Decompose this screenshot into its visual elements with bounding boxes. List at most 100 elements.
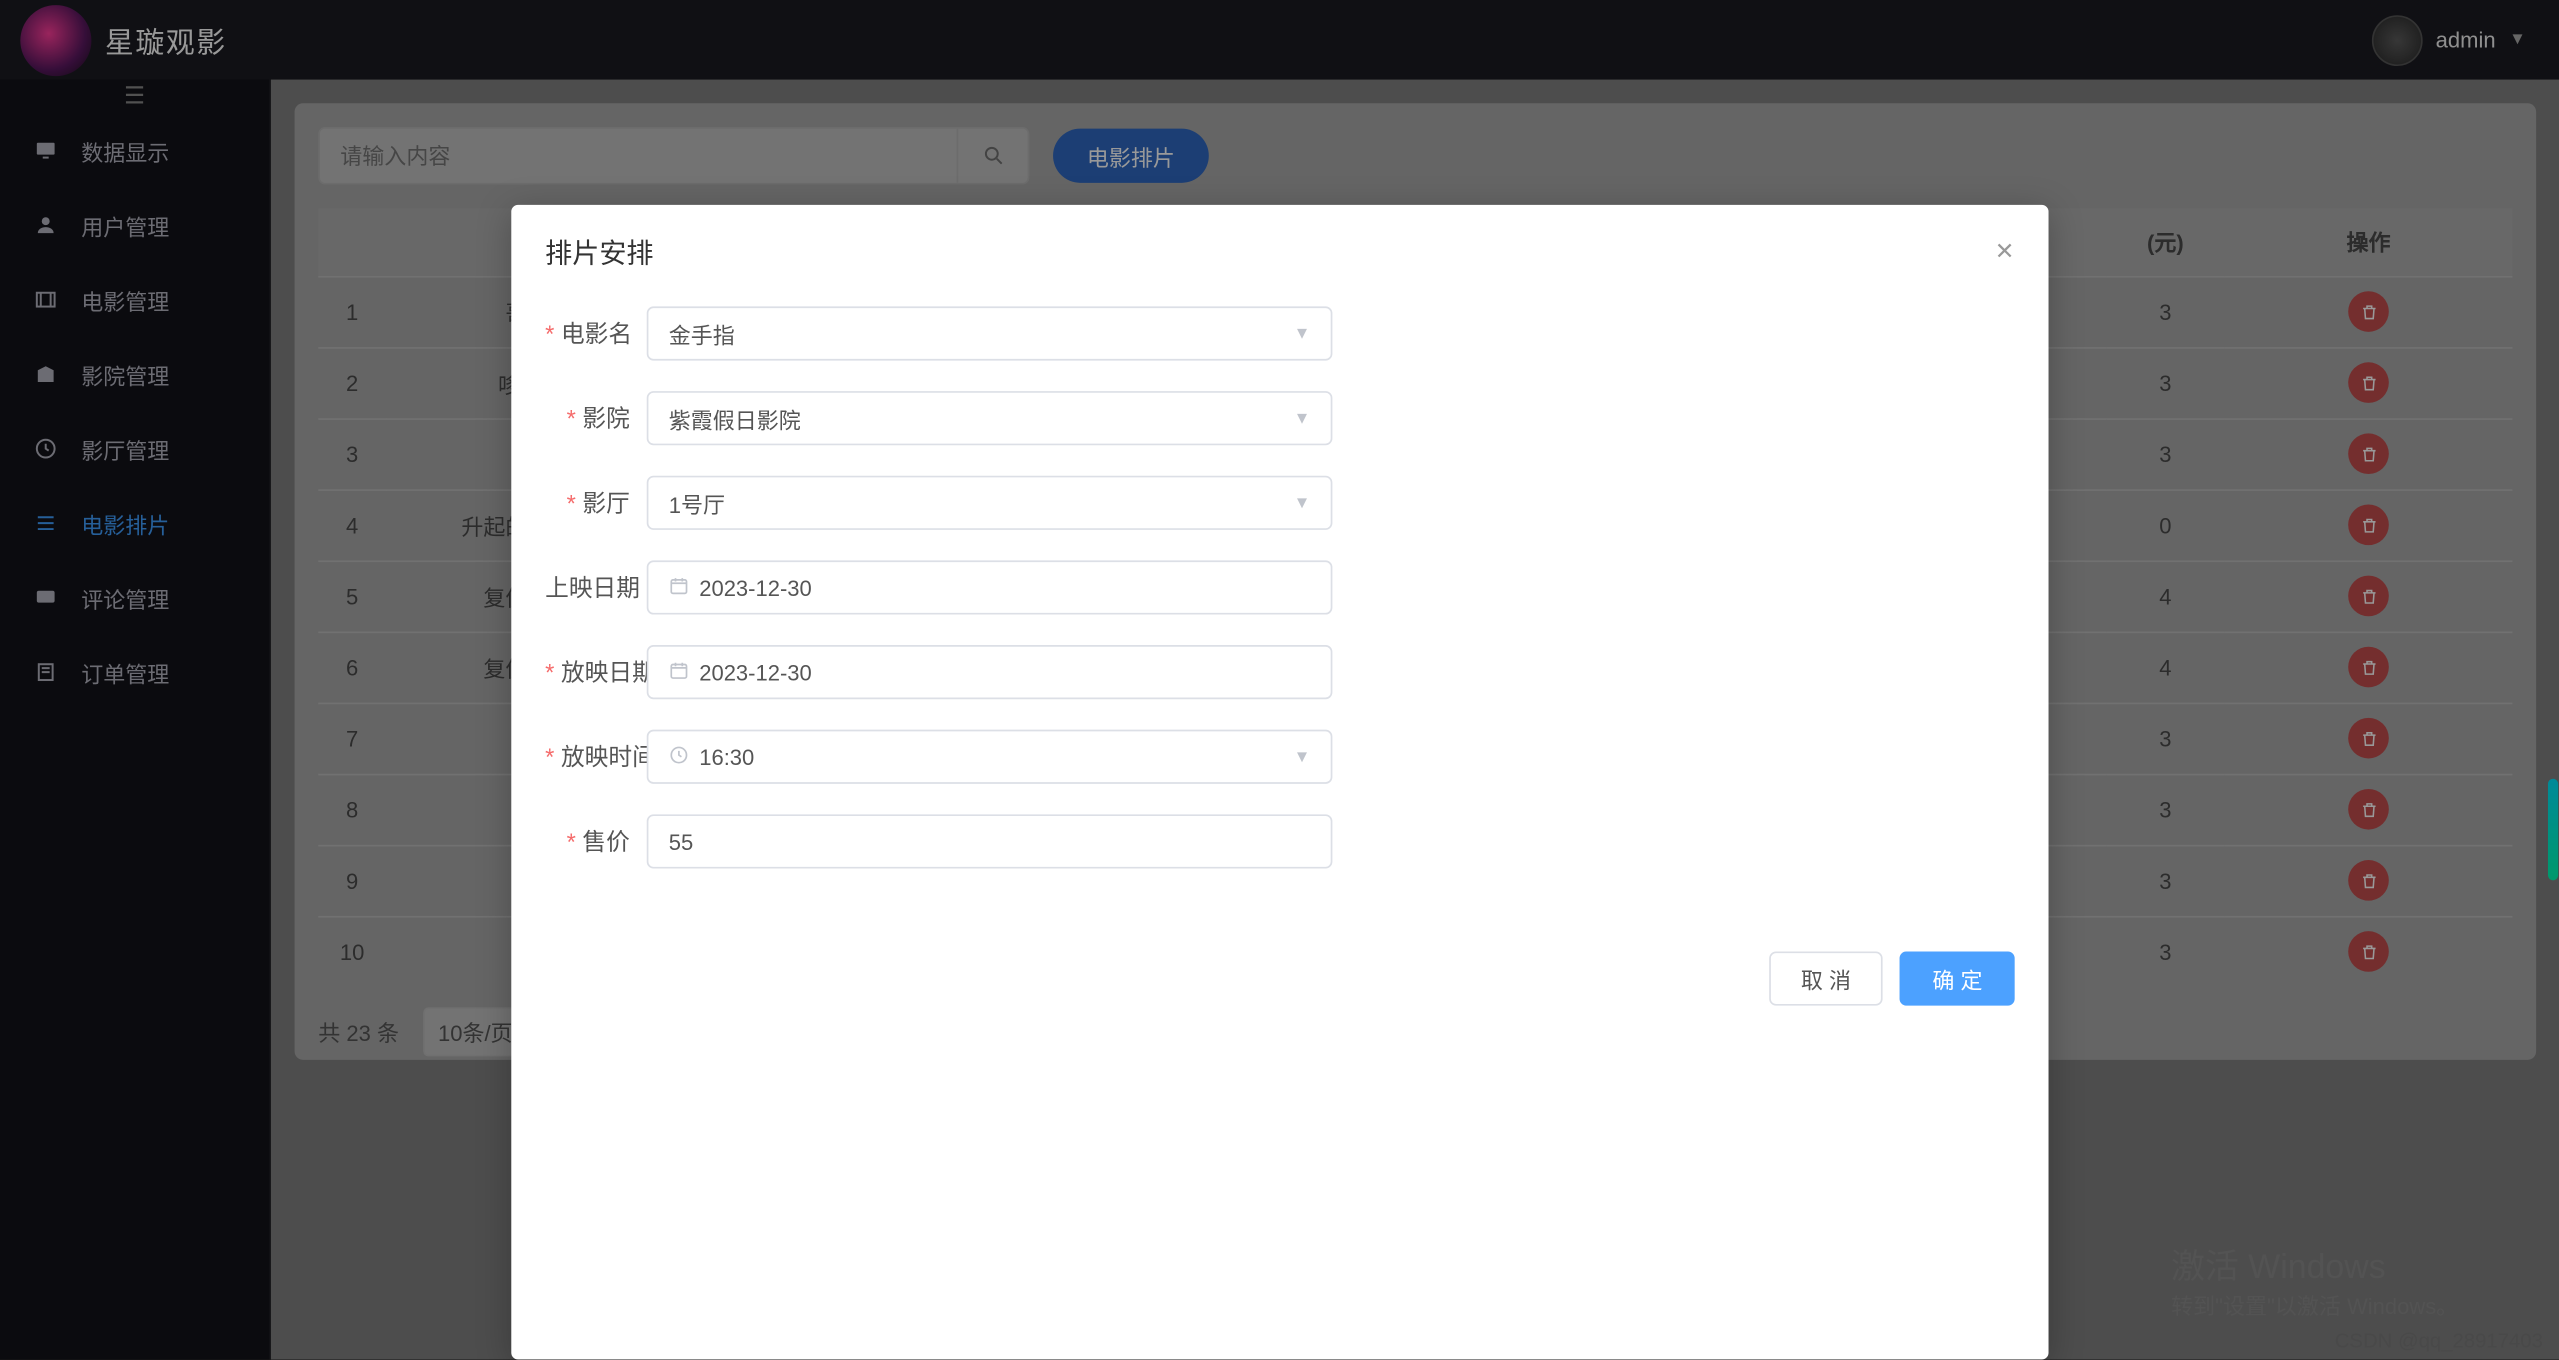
close-icon[interactable]: ✕ — [1995, 236, 2015, 265]
cancel-button[interactable]: 取 消 — [1769, 951, 1883, 1005]
clock-icon — [669, 744, 689, 769]
trash-icon — [2359, 587, 2378, 606]
delete-button[interactable] — [2348, 291, 2389, 332]
delete-button[interactable] — [2348, 718, 2389, 759]
logo-block: 星璇观影 — [20, 4, 227, 75]
delete-button[interactable] — [2348, 932, 2389, 973]
cell-price: 3 — [2106, 347, 2225, 418]
search-input[interactable] — [320, 129, 957, 183]
user-menu[interactable]: admin ▼ — [2371, 14, 2539, 65]
trash-icon — [2359, 302, 2378, 321]
sidebar-item-label: 影厅管理 — [81, 433, 169, 465]
sidebar-item-cinemas[interactable]: 影院管理 — [0, 337, 269, 411]
select-movie[interactable]: 金手指 ▼ — [647, 306, 1333, 360]
top-bar: 星璇观影 admin ▼ — [0, 0, 2559, 80]
cell-price: 3 — [2106, 276, 2225, 347]
trash-icon — [2359, 800, 2378, 819]
cell-price: 0 — [2106, 489, 2225, 560]
schedule-button[interactable]: 电影排片 — [1053, 129, 1209, 183]
sidebar-item-label: 评论管理 — [81, 582, 169, 614]
delete-button[interactable] — [2348, 362, 2389, 403]
cell-index: 5 — [318, 560, 386, 631]
cell-price: 3 — [2106, 916, 2225, 987]
label-movie: 电影名 — [545, 317, 647, 351]
clock-icon — [34, 437, 58, 461]
cell-price: 4 — [2106, 631, 2225, 702]
cell-index: 6 — [318, 631, 386, 702]
chevron-down-icon: ▼ — [2509, 30, 2526, 49]
label-show-time: 放映时间 — [545, 740, 647, 774]
input-price[interactable]: 55 — [647, 814, 1333, 868]
cell-index: 10 — [318, 916, 386, 987]
app-title: 星璇观影 — [105, 19, 227, 61]
input-release-date[interactable]: 2023-12-30 — [647, 560, 1333, 614]
label-show-date: 放映日期 — [545, 655, 647, 689]
select-cinema[interactable]: 紫霞假日影院 ▼ — [647, 391, 1333, 445]
monitor-icon — [34, 139, 58, 163]
dialog-title: 排片安排 — [545, 230, 653, 271]
app-logo — [20, 4, 91, 75]
windows-activation-notice: 激活 Windows 转到"设置"以激活 Windows。 — [2171, 1244, 2458, 1322]
cell-index: 3 — [318, 418, 386, 489]
delete-button[interactable] — [2348, 576, 2389, 617]
sidebar-item-orders[interactable]: 订单管理 — [0, 635, 269, 709]
sidebar-item-label: 电影管理 — [81, 284, 169, 316]
cell-index: 7 — [318, 703, 386, 774]
chevron-down-icon: ▼ — [1294, 324, 1311, 343]
trash-icon — [2359, 373, 2378, 392]
cell-index: 4 — [318, 489, 386, 560]
delete-button[interactable] — [2348, 505, 2389, 546]
confirm-button[interactable]: 确 定 — [1900, 951, 2014, 1005]
scrollbar-indicator — [2548, 779, 2558, 881]
sidebar-item-dashboard[interactable]: 数据显示 — [0, 113, 269, 187]
delete-button[interactable] — [2348, 433, 2389, 474]
list-icon — [34, 511, 58, 535]
cell-index: 9 — [318, 845, 386, 916]
trash-icon — [2359, 658, 2378, 677]
cell-price: 3 — [2106, 774, 2225, 845]
cell-index: 8 — [318, 774, 386, 845]
trash-icon — [2359, 871, 2378, 890]
order-icon — [34, 660, 58, 684]
select-hall[interactable]: 1号厅 ▼ — [647, 476, 1333, 530]
delete-button[interactable] — [2348, 789, 2389, 830]
film-icon — [34, 288, 58, 312]
sidebar-item-schedule[interactable]: 电影排片 — [0, 486, 269, 560]
cell-price: 3 — [2106, 703, 2225, 774]
username: admin — [2436, 27, 2496, 52]
cell-price: 3 — [2106, 418, 2225, 489]
delete-button[interactable] — [2348, 860, 2389, 901]
trash-icon — [2359, 729, 2378, 748]
sidebar-item-comments[interactable]: 评论管理 — [0, 560, 269, 634]
sidebar-item-movies[interactable]: 电影管理 — [0, 262, 269, 336]
cell-index: 1 — [318, 276, 386, 347]
search-button[interactable] — [957, 129, 1028, 183]
chevron-down-icon: ▼ — [1294, 747, 1311, 766]
sidebar-item-label: 电影排片 — [81, 507, 169, 539]
building-icon — [34, 362, 58, 386]
cell-price: 3 — [2106, 845, 2225, 916]
select-show-time[interactable]: 16:30 ▼ — [647, 730, 1333, 784]
avatar — [2371, 14, 2422, 65]
search-icon — [981, 144, 1005, 168]
sidebar-item-users[interactable]: 用户管理 — [0, 188, 269, 262]
chevron-down-icon: ▼ — [1294, 409, 1311, 428]
activate-title: 激活 Windows — [2171, 1244, 2458, 1291]
trash-icon — [2359, 444, 2378, 463]
collapse-icon[interactable]: ☰ — [0, 80, 269, 114]
sidebar-item-halls[interactable]: 影厅管理 — [0, 411, 269, 485]
activate-sub: 转到"设置"以激活 Windows。 — [2171, 1291, 2458, 1322]
label-price: 售价 — [545, 824, 647, 858]
user-icon — [34, 213, 58, 237]
input-show-date[interactable]: 2023-12-30 — [647, 645, 1333, 699]
delete-button[interactable] — [2348, 647, 2389, 688]
pager-total: 共 23 条 — [318, 1016, 399, 1048]
cell-price: 4 — [2106, 560, 2225, 631]
comment-icon — [34, 586, 58, 610]
search-box — [318, 127, 1029, 185]
schedule-dialog: 排片安排 ✕ 电影名 金手指 ▼ 影院 紫霞假日影院 — [511, 205, 2048, 1360]
calendar-icon — [669, 575, 689, 600]
sidebar-item-label: 用户管理 — [81, 209, 169, 241]
sidebar: ☰ 数据显示 用户管理 电影管理 影院管理 影厅管理 — [0, 80, 271, 1360]
label-release-date: 上映日期 — [545, 571, 647, 605]
